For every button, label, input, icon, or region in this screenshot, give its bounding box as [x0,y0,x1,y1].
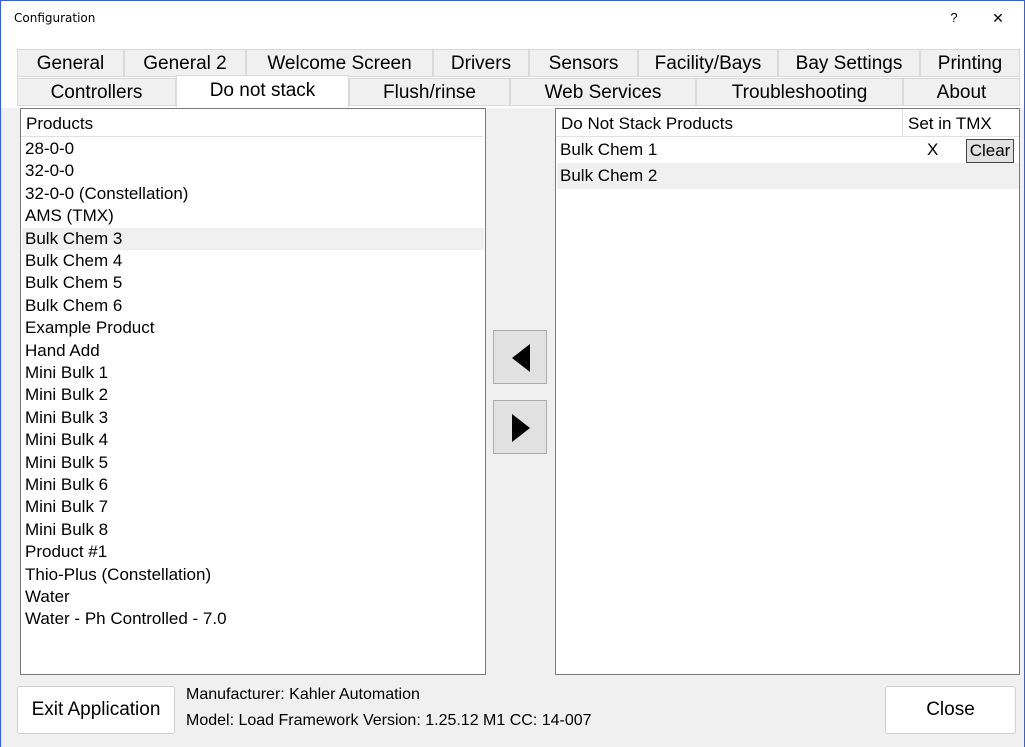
list-item[interactable]: Mini Bulk 8 [22,519,484,541]
tab-strip: General General 2 Welcome Screen Drivers… [1,36,1024,108]
list-item[interactable]: Mini Bulk 7 [22,496,484,518]
tab-facility-bays[interactable]: Facility/Bays [638,49,778,77]
list-item[interactable]: 32-0-0 [22,160,484,182]
list-item[interactable]: Bulk Chem 4 [22,250,484,272]
list-item[interactable]: Bulk Chem 6 [22,295,484,317]
list-item[interactable]: Water [22,586,484,608]
list-item[interactable]: 32-0-0 (Constellation) [22,183,484,205]
list-item[interactable]: Mini Bulk 2 [22,384,484,406]
model-info: Model: Load Framework Version: 1.25.12 M… [186,712,592,729]
tab-sensors[interactable]: Sensors [529,49,638,77]
tab-do-not-stack[interactable]: Do not stack [176,75,349,107]
tab-flush-rinse[interactable]: Flush/rinse [349,78,510,106]
move-right-button[interactable] [493,400,547,454]
list-item[interactable]: Thio-Plus (Constellation) [22,564,484,586]
tab-controllers[interactable]: Controllers [17,78,176,106]
tab-troubleshooting[interactable]: Troubleshooting [696,78,903,106]
list-item[interactable]: Mini Bulk 4 [22,429,484,451]
arrow-right-icon [512,414,530,442]
tab-drivers[interactable]: Drivers [433,49,529,77]
product-name: Bulk Chem 1 [560,140,658,159]
tab-bay-settings[interactable]: Bay Settings [778,49,920,77]
tab-printing[interactable]: Printing [920,49,1020,77]
configuration-window: Configuration ? ✕ General General 2 Welc… [0,0,1025,747]
window-close-button[interactable]: ✕ [975,5,1021,31]
list-item[interactable]: Bulk Chem 3 [22,227,484,250]
tab-about[interactable]: About [903,78,1020,106]
footer: Exit Application Manufacturer: Kahler Au… [1,676,1024,747]
tab-web-services[interactable]: Web Services [510,78,696,106]
products-list[interactable]: Products 28-0-0 32-0-0 32-0-0 (Constellati… [20,108,486,675]
list-item[interactable]: 28-0-0 [22,138,484,160]
list-item[interactable]: Example Product [22,317,484,339]
products-header: Products [21,109,483,137]
help-button[interactable]: ? [931,5,977,31]
tab-general-2[interactable]: General 2 [124,49,246,77]
clear-button[interactable]: Clear [966,139,1014,163]
close-button[interactable]: Close [885,686,1016,734]
list-item[interactable]: Product #1 [22,541,484,563]
list-item[interactable]: Mini Bulk 1 [22,362,484,384]
arrow-left-icon [512,344,530,372]
set-in-tmx-header: Set in TMX [903,109,1019,137]
list-item[interactable]: Bulk Chem 5 [22,272,484,294]
tab-general[interactable]: General [17,49,124,77]
list-item[interactable]: Hand Add [22,340,484,362]
exit-application-button[interactable]: Exit Application [17,686,175,734]
set-in-tmx-mark: X [927,140,939,159]
list-item[interactable]: Bulk Chem 2 [557,163,1019,189]
move-left-button[interactable] [493,330,547,384]
list-item[interactable]: AMS (TMX) [22,205,484,227]
product-name: Bulk Chem 2 [560,166,658,185]
tab-welcome-screen[interactable]: Welcome Screen [246,49,433,77]
manufacturer-info: Manufacturer: Kahler Automation [186,686,420,703]
do-not-stack-list[interactable]: Do Not Stack Products Set in TMX Bulk Ch… [555,108,1020,675]
window-title: Configuration [14,11,96,25]
do-not-stack-header: Do Not Stack Products [556,109,903,137]
list-item[interactable]: Bulk Chem 1 X Clear [557,137,1019,163]
list-item[interactable]: Mini Bulk 6 [22,474,484,496]
title-bar: Configuration ? ✕ [1,1,1024,36]
list-item[interactable]: Mini Bulk 5 [22,452,484,474]
list-item[interactable]: Water - Ph Controlled - 7.0 [22,608,484,630]
list-item[interactable]: Mini Bulk 3 [22,407,484,429]
